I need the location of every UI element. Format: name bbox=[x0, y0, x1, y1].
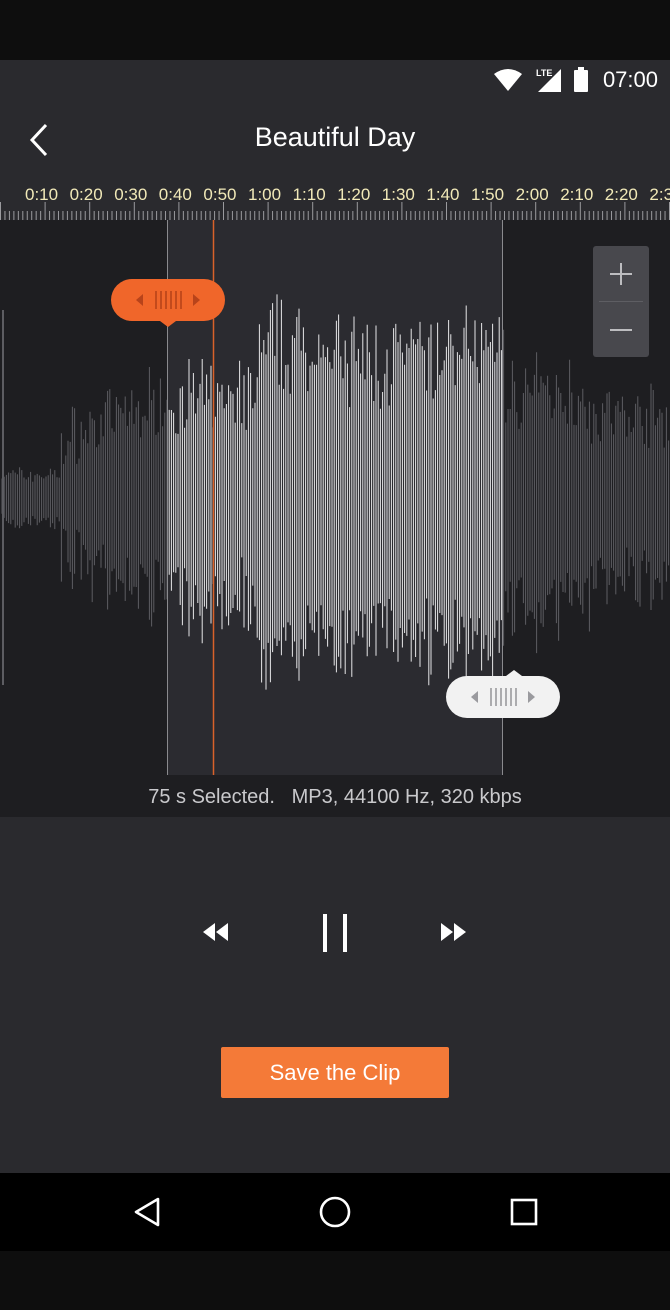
zoom-in-button[interactable] bbox=[593, 246, 649, 301]
nav-back-button[interactable] bbox=[117, 1187, 177, 1237]
bottom-band bbox=[0, 1251, 670, 1310]
audio-format: MP3, 44100 Hz, 320 kbps bbox=[291, 786, 522, 808]
timeline-tick-label: 1:20 bbox=[337, 185, 370, 204]
signal-icon: LTE bbox=[536, 68, 561, 92]
battery-icon bbox=[573, 67, 588, 92]
recents-square-icon bbox=[510, 1198, 538, 1226]
fast-forward-button[interactable] bbox=[429, 907, 479, 957]
zoom-out-button[interactable] bbox=[593, 302, 649, 357]
pause-icon bbox=[323, 914, 347, 952]
timeline-tick-label: 2:30 bbox=[649, 185, 670, 204]
timeline-tick-label: 1:30 bbox=[382, 185, 415, 204]
timeline-tick-label: 1:40 bbox=[426, 185, 459, 204]
pause-button[interactable] bbox=[310, 905, 360, 961]
timeline-tick-label: 1:50 bbox=[471, 185, 504, 204]
save-clip-button[interactable]: Save the Clip bbox=[221, 1047, 449, 1098]
plus-icon bbox=[610, 262, 632, 285]
status-bar: LTE 07:00 bbox=[0, 60, 670, 100]
zoom-controls bbox=[593, 246, 649, 357]
waveform-area[interactable] bbox=[0, 220, 670, 775]
timeline-tick-label: 2:20 bbox=[605, 185, 638, 204]
timeline-tick-label: 2:00 bbox=[516, 185, 549, 204]
timeline-tick-label: 2:10 bbox=[560, 185, 593, 204]
app-bar: Beautiful Day bbox=[0, 100, 670, 180]
drag-handle-icon bbox=[471, 670, 535, 706]
selection-end-handle[interactable] bbox=[446, 670, 560, 718]
timeline-ruler[interactable]: 0:10 0:20 0:30 0:40 0:50 1:00 1:10 1:20 1:30 1:40… bbox=[0, 180, 670, 220]
status-time: 07:00 bbox=[602, 67, 658, 92]
rewind-icon bbox=[203, 923, 228, 941]
selection-info: 75 s Selected. MP3, 44100 Hz, 320 kbps bbox=[0, 775, 670, 817]
back-triangle-icon bbox=[134, 1197, 160, 1227]
timeline-tick-label: 0:30 bbox=[114, 185, 147, 204]
drag-handle-icon bbox=[136, 291, 200, 327]
network-type-label: LTE bbox=[536, 68, 552, 78]
timeline-tick-label: 1:10 bbox=[293, 185, 326, 204]
navigation-bar bbox=[0, 1173, 670, 1251]
rewind-button[interactable] bbox=[190, 907, 240, 957]
top-band bbox=[0, 0, 670, 60]
nav-home-button[interactable] bbox=[305, 1187, 365, 1237]
selection-start-handle[interactable] bbox=[111, 279, 225, 327]
playback-controls: Save the Clip bbox=[0, 817, 670, 1173]
fast-forward-icon bbox=[441, 923, 466, 941]
minus-icon bbox=[610, 328, 632, 331]
timeline-tick-label: 1:00 bbox=[248, 185, 281, 204]
nav-recents-button[interactable] bbox=[494, 1187, 554, 1237]
wifi-icon bbox=[493, 69, 522, 91]
home-circle-icon bbox=[319, 1196, 351, 1228]
timeline-tick-label: 0:40 bbox=[159, 185, 192, 204]
page-title: Beautiful Day bbox=[254, 122, 416, 152]
selected-duration: 75 s Selected. bbox=[148, 786, 275, 808]
timeline-tick-label: 0:50 bbox=[203, 185, 236, 204]
timeline-tick-label: 0:10 bbox=[25, 185, 58, 204]
timeline-tick-label: 0:20 bbox=[70, 185, 103, 204]
